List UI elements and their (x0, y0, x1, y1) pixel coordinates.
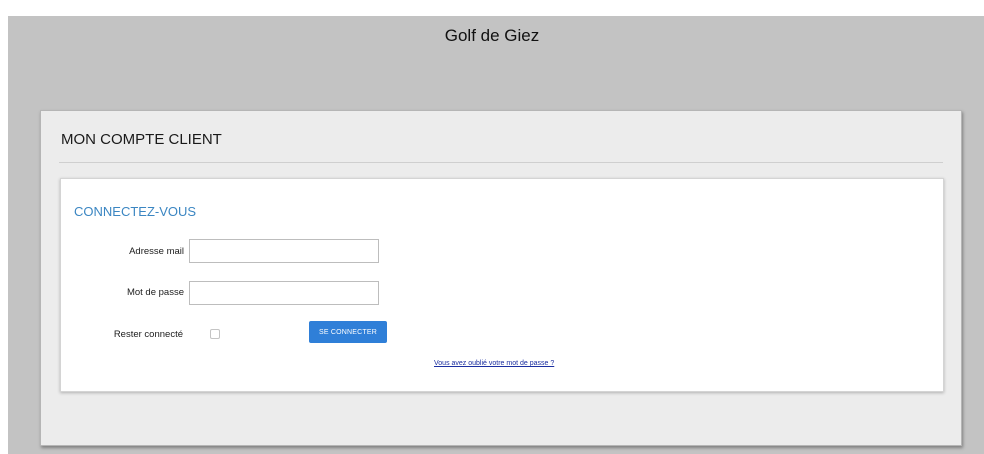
email-field[interactable] (189, 239, 379, 263)
login-button[interactable]: SE CONNECTER (309, 321, 387, 343)
divider (59, 162, 943, 163)
password-field[interactable] (189, 281, 379, 305)
password-label: Mot de passe (126, 287, 184, 298)
login-card: CONNECTEZ-VOUS Adresse mail Mot de passe… (60, 178, 944, 392)
remember-checkbox[interactable] (210, 329, 220, 339)
account-panel: MON COMPTE CLIENT CONNECTEZ-VOUS Adresse… (40, 110, 962, 446)
forgot-password-link[interactable]: Vous avez oublié votre mot de passe ? (434, 360, 554, 367)
site-title: Golf de Giez (444, 26, 540, 45)
login-title: CONNECTEZ-VOUS (74, 204, 197, 219)
page-title: MON COMPTE CLIENT (61, 131, 222, 148)
email-label: Adresse mail (129, 246, 184, 257)
remember-label: Rester connecté (113, 329, 183, 340)
